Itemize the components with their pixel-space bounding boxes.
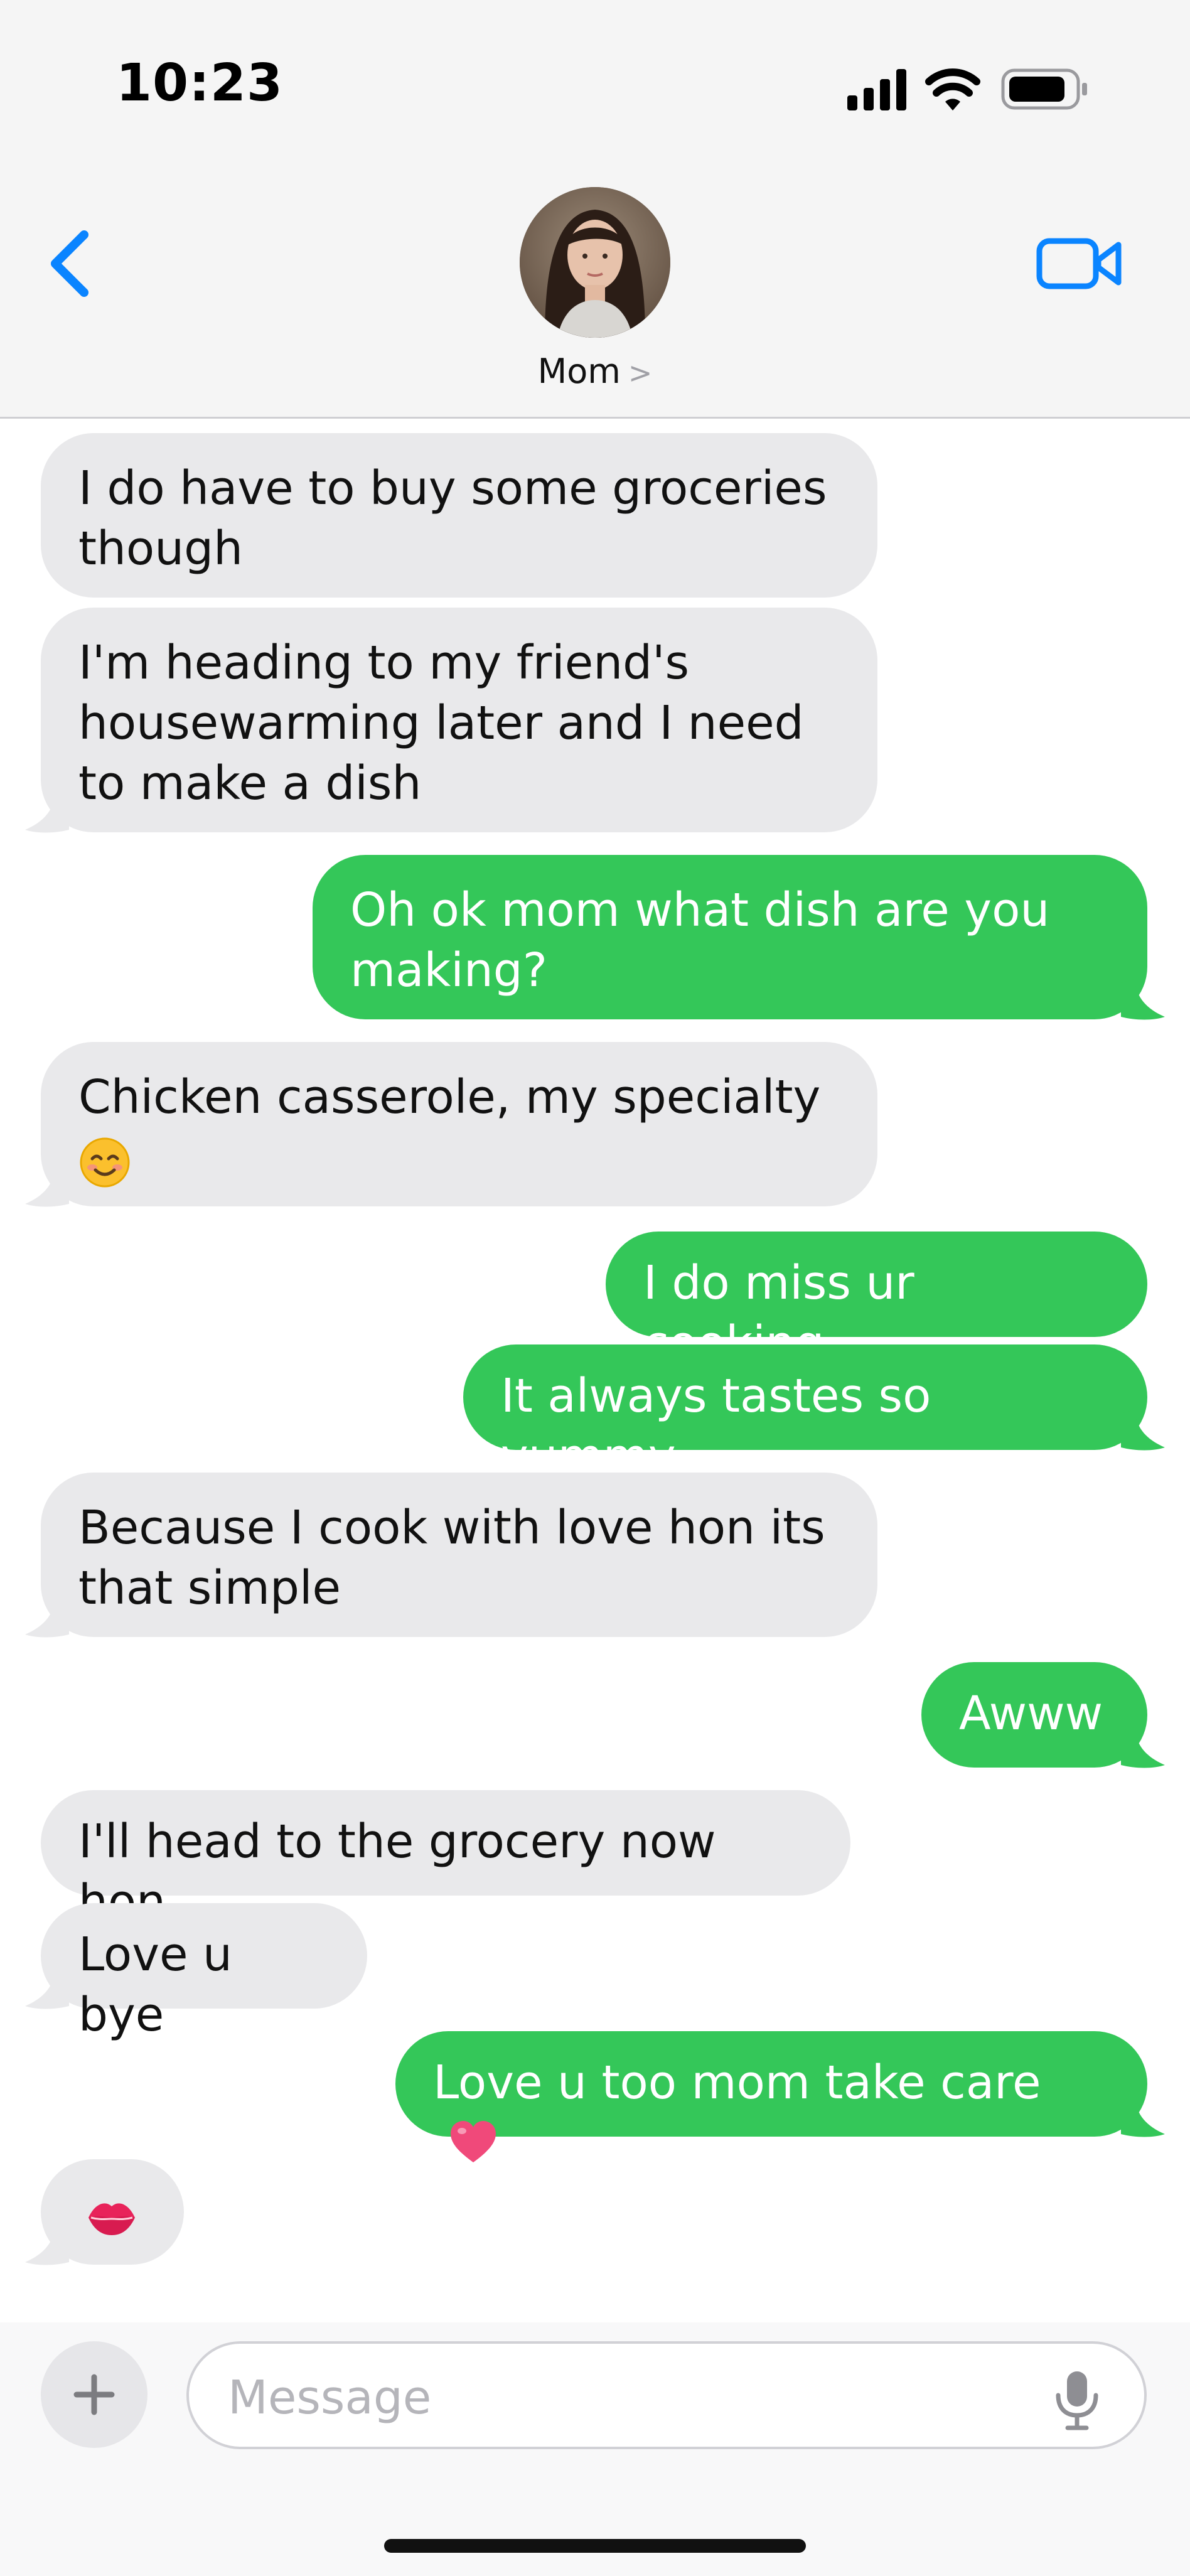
message-bubble-outgoing[interactable]: Love u too mom take care [395,2031,1147,2163]
message-line: Love u bye [78,1928,232,2042]
message-bubble-outgoing[interactable]: It always tastes so yummy [463,1344,1147,1483]
smiling-face-emoji [78,1130,840,1190]
bubble-tail [1121,1410,1165,1451]
message-bubble-incoming[interactable]: I'll head to the grocery now hon [41,1790,850,1929]
microphone-icon[interactable] [1049,2369,1105,2432]
status-icons [847,68,1087,110]
contact-avatar[interactable] [520,187,670,338]
pink-heart-icon [451,2121,496,2163]
bubble-tail [25,1597,69,1638]
message-line: It always tastes so yummy [501,1369,931,1483]
bubble-tail [1121,1727,1165,1768]
message-line: Awww [959,1687,1103,1741]
message-line: making? [350,943,547,997]
back-chevron-icon[interactable] [44,226,100,301]
status-time: 10:23 [116,53,284,113]
message-bubble-incoming[interactable]: Love u bye [41,1903,367,2042]
bubble-tail [25,1166,69,1207]
message-bubble-incoming[interactable]: Chicken casserole, my specialty [41,1042,877,1206]
message-bubble-incoming[interactable]: Because I cook with love hon its that si… [41,1473,877,1637]
message-line: that simple [78,1561,341,1615]
plus-icon [73,2374,115,2415]
add-attachment-button[interactable] [41,2341,147,2448]
battery-icon [1001,68,1087,110]
contact-chevron: > [628,356,653,390]
bubble-tail [25,792,69,833]
message-line: I'm heading to my friend's [78,636,690,690]
contact-name[interactable]: Mom > [0,352,1190,391]
message-line: housewarming later and I need [78,696,804,750]
contact-name-label: Mom [537,352,621,391]
avatar-photo [520,187,670,338]
message-line: Chicken casserole, my specialty [78,1070,821,1124]
message-bubble-outgoing[interactable]: Awww [921,1662,1147,1768]
message-line: to make a dish [78,756,422,810]
bubble-tail [1121,2096,1165,2137]
message-line: I do have to buy some groceries [78,461,827,515]
kiss-mark-icon [88,2203,135,2236]
message-input[interactable] [227,2363,1045,2433]
wifi-icon [925,68,980,110]
conversation-header: 10:23 Mom > [0,0,1190,419]
bubble-tail [1121,979,1165,1020]
message-bubble-incoming[interactable]: I'm heading to my friend's housewarming … [41,608,877,832]
cellular-signal-icon [847,69,906,110]
video-call-icon[interactable] [1036,232,1123,295]
bubble-tail [25,1968,69,2009]
message-bubble-outgoing[interactable]: Oh ok mom what dish are you making? [313,855,1147,1019]
message-input-field[interactable] [186,2341,1147,2449]
message-bubble-incoming[interactable]: I do have to buy some groceries though [41,433,877,598]
message-bubble-outgoing[interactable]: I do miss ur cooking [606,1232,1147,1370]
home-indicator[interactable] [384,2539,806,2553]
smiling-face-icon [80,1137,130,1188]
bubble-tail [25,2224,69,2265]
message-line: Because I cook with love hon its [78,1501,825,1555]
message-line: Love u too mom take care [433,2056,1041,2110]
message-line: Oh ok mom what dish are you [350,883,1050,937]
message-line: though [78,522,243,576]
